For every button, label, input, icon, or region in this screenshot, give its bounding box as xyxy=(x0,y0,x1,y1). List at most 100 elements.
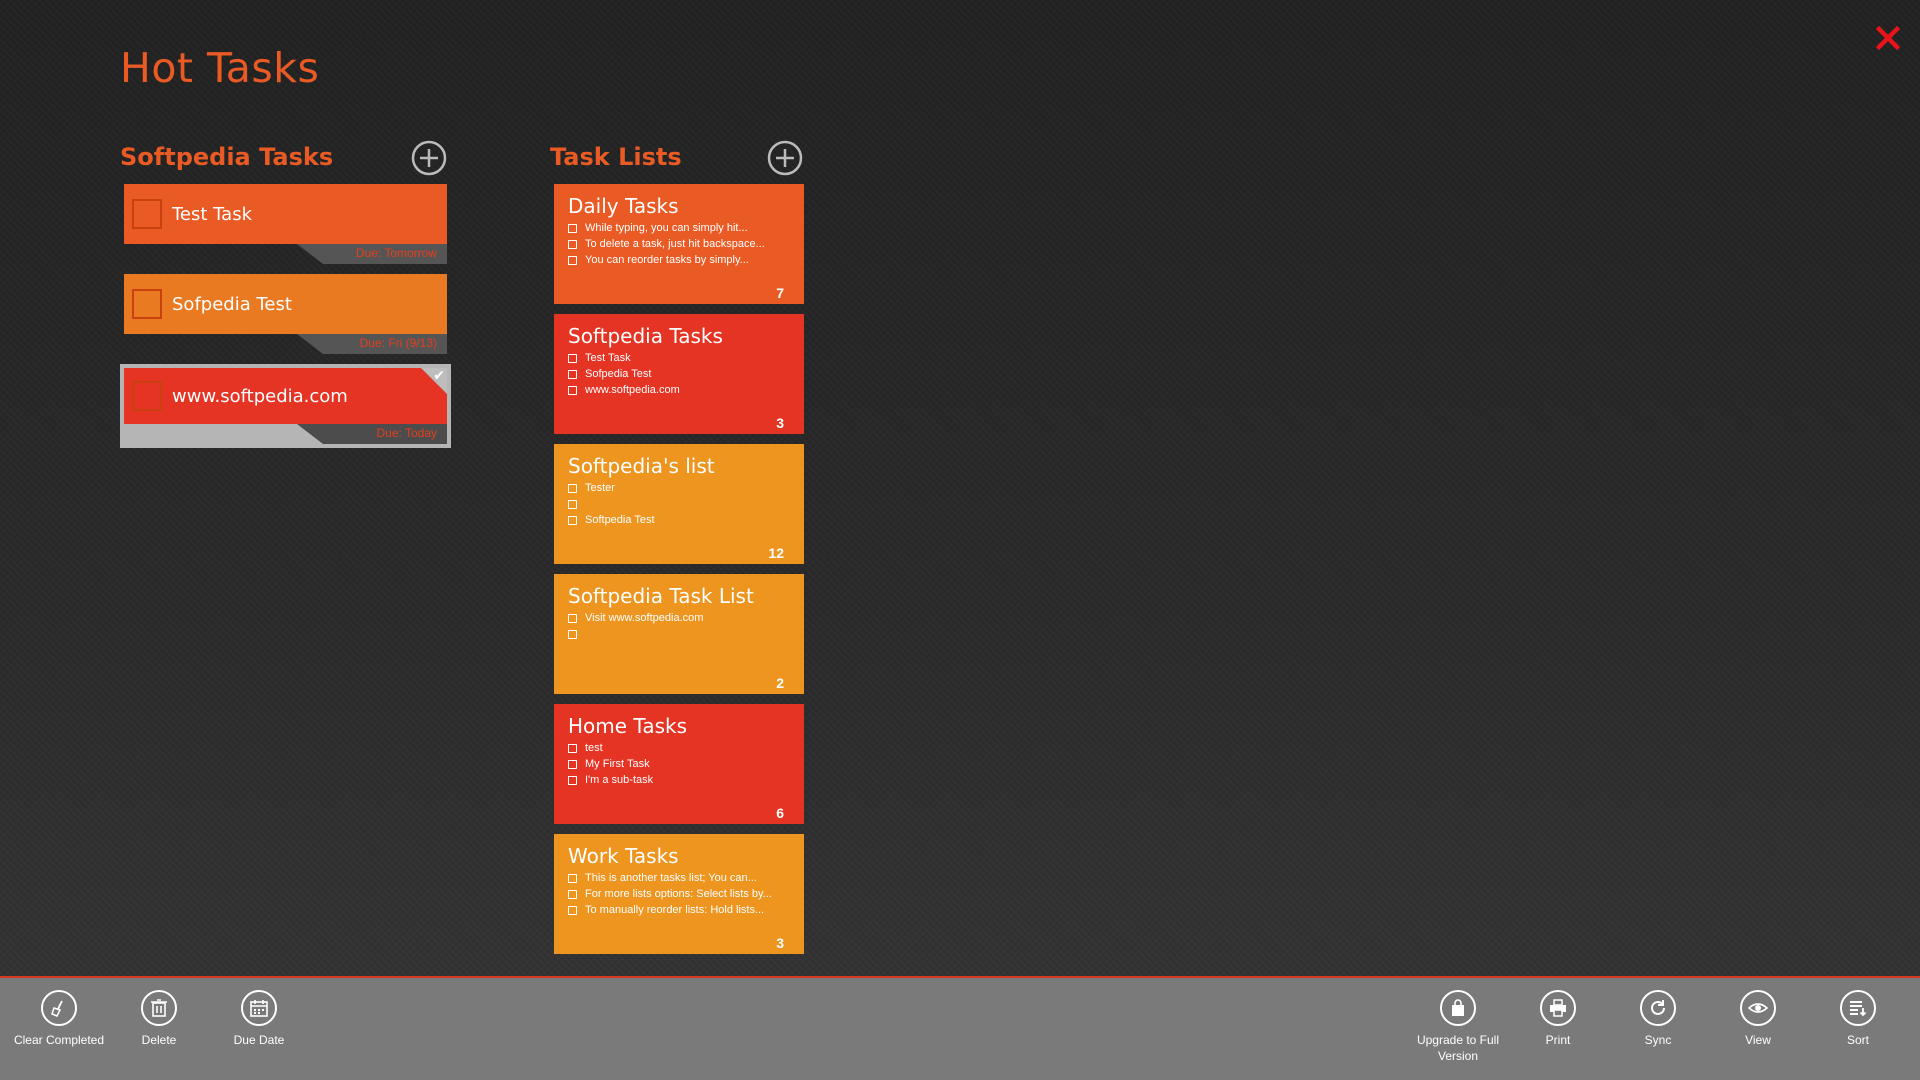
list-preview-item: Visit www.softpedia.com xyxy=(568,610,790,626)
task-checkbox[interactable] xyxy=(132,199,162,229)
list-preview-item xyxy=(568,496,790,512)
task-item[interactable]: Sofpedia Test Due: Fri (9/13) xyxy=(124,274,447,354)
checkbox-icon xyxy=(568,255,577,265)
list-preview-text: For more lists options: Select lists by.… xyxy=(585,888,772,900)
sync-icon xyxy=(1640,990,1676,1026)
app-bar-button-label: Clear Completed xyxy=(13,1033,105,1047)
close-icon xyxy=(1875,25,1901,51)
task-name: www.softpedia.com xyxy=(172,385,348,407)
list-title: Softpedia Tasks xyxy=(568,324,723,348)
checkbox-icon xyxy=(568,629,577,639)
list-preview-items: This is another tasks list; You can... Fo… xyxy=(568,870,790,918)
task-list-tile[interactable]: Work Tasks This is another tasks list; Yo… xyxy=(554,834,804,954)
task-card[interactable]: Sofpedia Test xyxy=(124,274,447,334)
list-preview-text: You can reorder tasks by simply... xyxy=(585,254,749,266)
app-bar-button-label: Print xyxy=(1545,1033,1571,1047)
checkmark-icon: ✔ xyxy=(433,368,445,384)
checkbox-icon xyxy=(568,889,577,899)
close-button[interactable] xyxy=(1874,24,1902,52)
add-list-button[interactable] xyxy=(767,140,803,176)
view-button[interactable]: View xyxy=(1708,990,1808,1048)
task-list-tile[interactable]: Softpedia's list Tester Softpedia Test 12 xyxy=(554,444,804,564)
task-list-tile[interactable]: Home Tasks test My First Task I'm a sub-tas… xyxy=(554,704,804,824)
list-preview-item: To manually reorder lists: Hold lists... xyxy=(568,902,790,918)
list-preview-items: Visit www.softpedia.com xyxy=(568,610,790,642)
app-bar-button-label: Delete xyxy=(141,1033,177,1047)
trash-icon xyxy=(141,990,177,1026)
list-title: Softpedia's list xyxy=(568,454,715,478)
checkbox-icon xyxy=(568,515,577,525)
list-preview-text: Softpedia Test xyxy=(585,514,655,526)
list-preview-item: This is another tasks list; You can... xyxy=(568,870,790,886)
app-bar-button-label: Sync xyxy=(1644,1033,1672,1047)
app-bar-button-label: Sort xyxy=(1846,1033,1869,1047)
list-preview-text: To manually reorder lists: Hold lists... xyxy=(585,904,765,916)
list-preview-item: While typing, you can simply hit... xyxy=(568,220,790,236)
list-preview-text: Test Task xyxy=(585,352,631,364)
list-preview-text: test xyxy=(585,742,603,754)
list-count: 2 xyxy=(776,675,784,691)
due-date-button[interactable]: Due Date xyxy=(209,990,309,1048)
task-due-date: Due: Fri (9/13) xyxy=(359,336,437,350)
task-list-tile[interactable]: Daily Tasks While typing, you can simply … xyxy=(554,184,804,304)
sort-button[interactable]: Sort xyxy=(1808,990,1908,1048)
list-preview-item: To delete a task, just hit backspace... xyxy=(568,236,790,252)
broom-icon xyxy=(41,990,77,1026)
eye-icon xyxy=(1740,990,1776,1026)
clear-completed-button[interactable]: Clear Completed xyxy=(9,990,109,1048)
sync-button[interactable]: Sync xyxy=(1608,990,1708,1048)
list-preview-text: While typing, you can simply hit... xyxy=(585,222,748,234)
list-preview-item: Softpedia Test xyxy=(568,512,790,528)
app-title: Hot Tasks xyxy=(120,44,320,92)
checkbox-icon xyxy=(568,483,577,493)
list-preview-items: Test Task Sofpedia Test www.softpedia.com xyxy=(568,350,790,398)
checkbox-icon xyxy=(568,613,577,623)
shopping-bag-icon xyxy=(1440,990,1476,1026)
list-title: Softpedia Task List xyxy=(568,584,754,608)
upgrade-to-full-version-button[interactable]: Upgrade to Full Version xyxy=(1408,990,1508,1064)
add-task-button[interactable] xyxy=(411,140,447,176)
list-count: 6 xyxy=(776,805,784,821)
plus-circle-icon xyxy=(767,140,803,176)
list-preview-item: I'm a sub-task xyxy=(568,772,790,788)
app-bar-button-label: View xyxy=(1745,1033,1771,1047)
list-preview-text: www.softpedia.com xyxy=(585,384,680,396)
checkbox-icon xyxy=(568,873,577,883)
checkbox-icon xyxy=(568,223,577,233)
print-button[interactable]: Print xyxy=(1508,990,1608,1048)
task-item[interactable]: www.softpedia.com ✔ Due: Today xyxy=(120,364,451,448)
printer-icon xyxy=(1540,990,1576,1026)
tasks-section-heading: Softpedia Tasks xyxy=(120,143,334,171)
task-name: Test Task xyxy=(172,203,253,225)
checkbox-icon xyxy=(568,905,577,915)
list-preview-text: This is another tasks list; You can... xyxy=(585,872,757,884)
list-preview-items: While typing, you can simply hit... To de… xyxy=(568,220,790,268)
lists-section-heading: Task Lists xyxy=(550,143,682,171)
list-title: Daily Tasks xyxy=(568,194,679,218)
task-item[interactable]: Test Task Due: Tomorrow xyxy=(124,184,447,264)
task-due-date: Due: Today xyxy=(376,426,438,440)
task-card[interactable]: www.softpedia.com ✔ xyxy=(124,368,447,424)
task-list-tile[interactable]: Softpedia Task List Visit www.softpedia.c… xyxy=(554,574,804,694)
task-list-tile[interactable]: Softpedia Tasks Test Task Sofpedia Test www… xyxy=(554,314,804,434)
list-preview-items: Tester Softpedia Test xyxy=(568,480,790,528)
sort-icon xyxy=(1840,990,1876,1026)
list-preview-item: Tester xyxy=(568,480,790,496)
task-due-date: Due: Tomorrow xyxy=(355,246,437,260)
list-preview-item: My First Task xyxy=(568,756,790,772)
task-checkbox[interactable] xyxy=(132,289,162,319)
app-window: Hot Tasks Softpedia Tasks Test Task Due: … xyxy=(0,0,1920,1080)
delete-button[interactable]: Delete xyxy=(109,990,209,1048)
list-title: Work Tasks xyxy=(568,844,679,868)
list-preview-item: Test Task xyxy=(568,350,790,366)
list-preview-text: Visit www.softpedia.com xyxy=(585,612,704,624)
task-checkbox[interactable] xyxy=(132,381,162,411)
checkbox-icon xyxy=(568,369,577,379)
list-count: 12 xyxy=(768,545,784,561)
due-strip: Due: Fri (9/13) xyxy=(124,334,447,354)
list-preview-item: For more lists options: Select lists by.… xyxy=(568,886,790,902)
task-card[interactable]: Test Task xyxy=(124,184,447,244)
list-preview-text: To delete a task, just hit backspace... xyxy=(585,238,765,250)
app-bar-button-label: Upgrade to Full Version xyxy=(1416,1033,1500,1063)
list-preview-item xyxy=(568,626,790,642)
